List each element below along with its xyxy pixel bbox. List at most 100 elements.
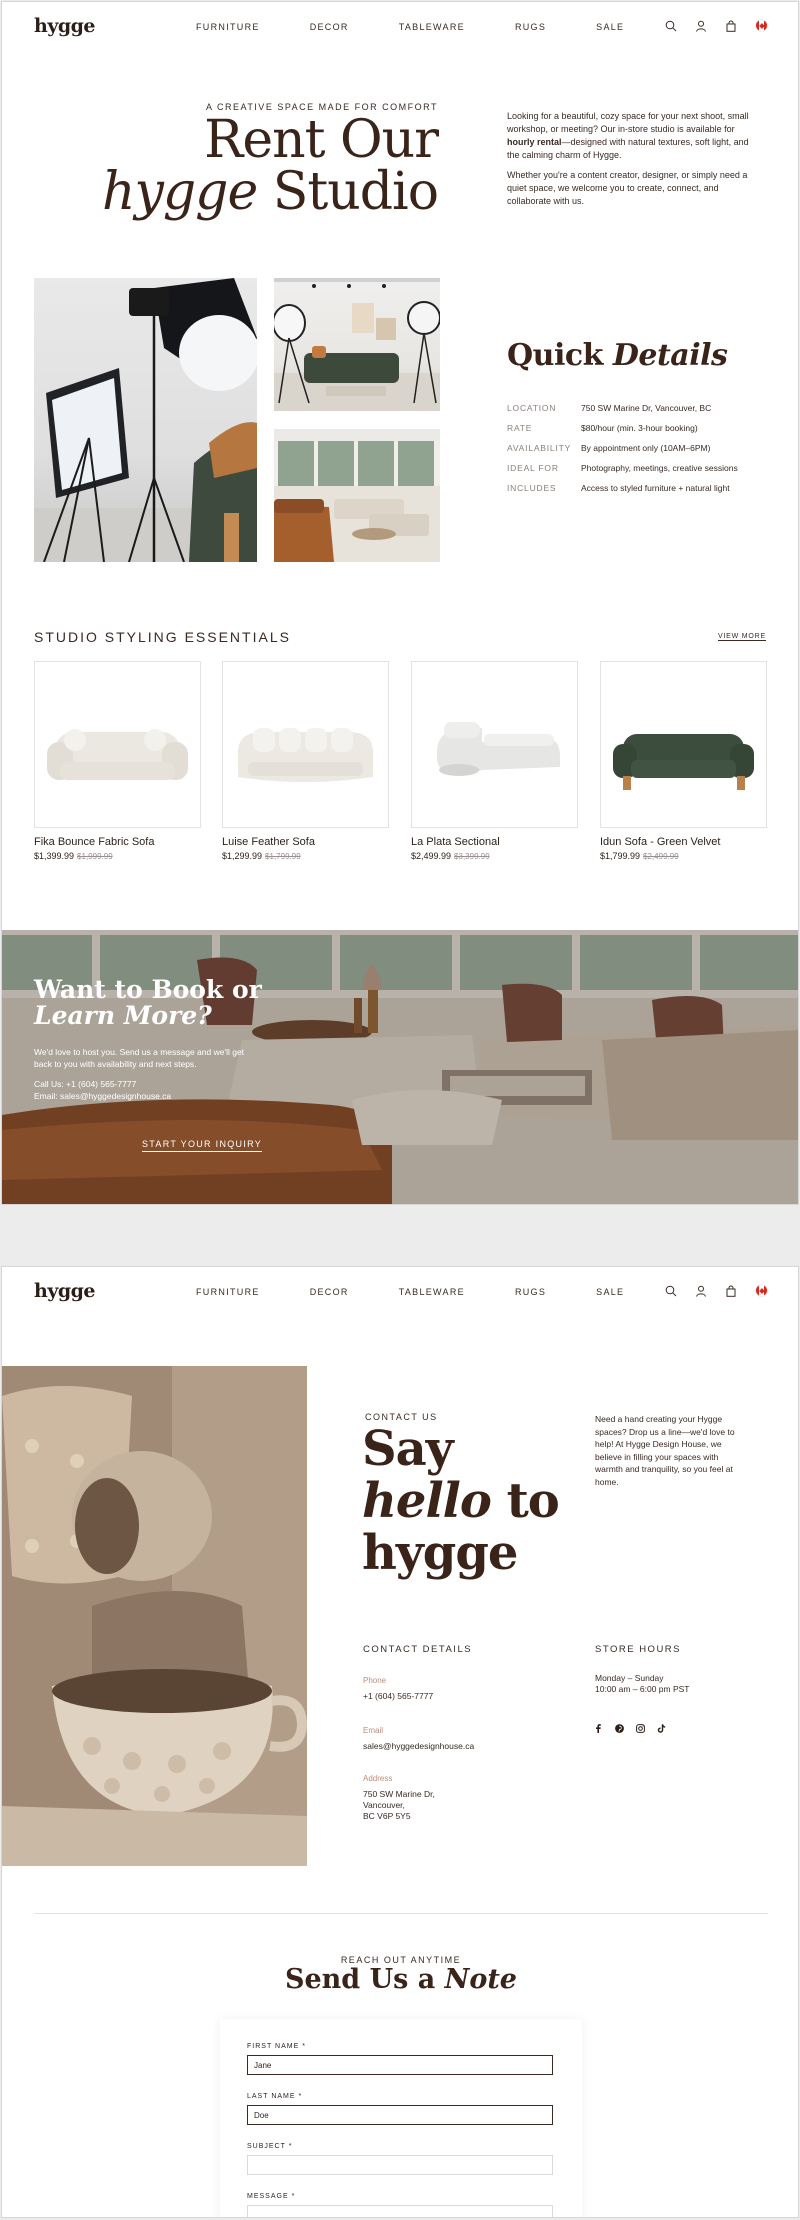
last-name-label: LAST NAME * xyxy=(247,2093,303,2100)
product-card[interactable]: Luise Feather Sofa $1,299.99 $1,799.99 xyxy=(222,661,389,861)
facebook-icon[interactable] xyxy=(594,1724,603,1733)
original-price: $1,999.99 xyxy=(77,852,113,861)
last-name-field[interactable] xyxy=(247,2105,553,2125)
start-inquiry-button[interactable]: START YOUR INQUIRY xyxy=(142,1139,263,1152)
detail-value: 750 SW Marine Dr, Vancouver, BC xyxy=(581,403,712,413)
search-icon[interactable] xyxy=(665,1285,677,1297)
store-hours-days: Monday – Sunday xyxy=(595,1673,664,1683)
logo[interactable]: hygge xyxy=(34,1280,96,1302)
hero-title-rest: Studio xyxy=(257,162,439,222)
original-price: $3,399.99 xyxy=(454,852,490,861)
sale-price: $1,799.99 xyxy=(600,851,641,861)
message-field[interactable] xyxy=(247,2205,553,2217)
quick-details-table: LOCATION 750 SW Marine Dr, Vancouver, BC … xyxy=(507,398,767,498)
nav-furniture[interactable]: FURNITURE xyxy=(196,1287,260,1297)
detail-label: RATE xyxy=(507,423,533,433)
banner-email[interactable]: Email: sales@hyggedesignhouse.ca xyxy=(34,1091,171,1101)
canada-flag-icon[interactable] xyxy=(755,1284,768,1297)
subject-field[interactable] xyxy=(247,2155,553,2175)
product-price: $2,499.99 $3,399.99 xyxy=(411,851,578,861)
nav-decor[interactable]: DECOR xyxy=(310,1287,349,1297)
product-name[interactable]: Luise Feather Sofa xyxy=(222,836,389,848)
detail-row-location: LOCATION 750 SW Marine Dr, Vancouver, BC xyxy=(507,398,767,418)
nav-decor[interactable]: DECOR xyxy=(310,22,349,32)
quick-details-title-plain: Quick xyxy=(507,338,613,373)
banner-title: Want to Book or Learn More? xyxy=(34,976,262,1030)
first-name-field[interactable] xyxy=(247,2055,553,2075)
booking-banner: Want to Book or Learn More? We'd love to … xyxy=(2,930,798,1204)
detail-row-includes: INCLUDES Access to styled furniture + nat… xyxy=(507,478,767,498)
form-title-plain: Send Us a xyxy=(285,1964,445,1995)
product-card[interactable]: La Plata Sectional $2,499.99 $3,399.99 xyxy=(411,661,578,861)
section-divider xyxy=(34,1913,768,1914)
contact-details-heading: CONTACT DETAILS xyxy=(363,1644,473,1655)
detail-label: IDEAL FOR xyxy=(507,463,559,473)
product-image[interactable] xyxy=(34,661,201,828)
quick-details-title: Quick Details xyxy=(507,338,728,373)
message-label: MESSAGE * xyxy=(247,2193,296,2200)
tiktok-icon[interactable] xyxy=(657,1724,666,1733)
main-nav: FURNITURE DECOR TABLEWARE RUGS SALE xyxy=(196,1287,674,1297)
pinterest-icon[interactable] xyxy=(615,1724,624,1733)
nav-rugs[interactable]: RUGS xyxy=(515,1287,546,1297)
email-value[interactable]: sales@hyggedesignhouse.ca xyxy=(363,1740,474,1752)
hero-title: Rent Our hygge Studio xyxy=(102,114,439,218)
green-sofa-illustration xyxy=(613,734,754,790)
search-icon[interactable] xyxy=(665,20,677,32)
nav-tableware[interactable]: TABLEWARE xyxy=(399,22,465,32)
contact-form: FIRST NAME * LAST NAME * SUBJECT * MESSA… xyxy=(220,2019,582,2217)
canada-flag-icon[interactable] xyxy=(755,19,768,32)
lounge-photo xyxy=(274,429,440,562)
original-price: $1,799.99 xyxy=(265,852,301,861)
ceramics-illustration xyxy=(2,1366,307,1866)
store-hours-heading: STORE HOURS xyxy=(595,1644,682,1655)
header-icons xyxy=(665,19,768,32)
studio-room-illustration xyxy=(274,278,440,411)
detail-label: AVAILABILITY xyxy=(507,443,572,453)
logo[interactable]: hygge xyxy=(34,15,96,37)
product-price: $1,399.99 $1,999.99 xyxy=(34,851,201,861)
sofa-illustration xyxy=(238,728,373,782)
product-name[interactable]: Idun Sofa - Green Velvet xyxy=(600,836,767,848)
product-name[interactable]: La Plata Sectional xyxy=(411,836,578,848)
lounge-illustration xyxy=(274,429,440,562)
account-icon[interactable] xyxy=(695,20,707,32)
sectional-illustration xyxy=(437,722,560,776)
account-icon[interactable] xyxy=(695,1285,707,1297)
email-label: Email xyxy=(363,1726,384,1735)
product-image[interactable] xyxy=(222,661,389,828)
studio-lights-photo xyxy=(34,278,257,562)
address-label: Address xyxy=(363,1774,393,1783)
nav-furniture[interactable]: FURNITURE xyxy=(196,22,260,32)
header-icons xyxy=(665,1284,768,1297)
product-card[interactable]: Idun Sofa - Green Velvet $1,799.99 $2,499… xyxy=(600,661,767,861)
subject-label: SUBJECT * xyxy=(247,2143,293,2150)
nav-sale[interactable]: SALE xyxy=(596,1287,624,1297)
ceramic-vases-photo xyxy=(2,1366,307,1866)
detail-value: By appointment only (10AM–6PM) xyxy=(581,443,711,453)
contact-title-line3: hygge xyxy=(362,1525,518,1581)
bag-icon[interactable] xyxy=(725,1285,737,1297)
hero-paragraph-2: Whether you're a content creator, design… xyxy=(507,170,748,206)
detail-value: Photography, meetings, creative sessions xyxy=(581,463,738,473)
phone-value[interactable]: +1 (604) 565-7777 xyxy=(363,1690,433,1702)
banner-phone[interactable]: Call Us: +1 (604) 565-7777 xyxy=(34,1079,136,1089)
product-image[interactable] xyxy=(600,661,767,828)
sale-price: $2,499.99 xyxy=(411,851,452,861)
product-card[interactable]: Fika Bounce Fabric Sofa $1,399.99 $1,999.… xyxy=(34,661,201,861)
store-hours-time: 10:00 am – 6:00 pm PST xyxy=(595,1684,690,1694)
original-price: $2,499.99 xyxy=(643,852,679,861)
contact-title-line1: Say xyxy=(362,1421,454,1477)
banner-text: We'd love to host you. Send us a message… xyxy=(34,1047,245,1069)
phone-label: Phone xyxy=(363,1676,387,1685)
product-name[interactable]: Fika Bounce Fabric Sofa xyxy=(34,836,201,848)
nav-tableware[interactable]: TABLEWARE xyxy=(399,1287,465,1297)
sale-price: $1,399.99 xyxy=(34,851,75,861)
contact-title-em: hello xyxy=(362,1473,492,1529)
bag-icon[interactable] xyxy=(725,20,737,32)
view-more-link[interactable]: VIEW MORE xyxy=(717,633,766,641)
nav-rugs[interactable]: RUGS xyxy=(515,22,546,32)
nav-sale[interactable]: SALE xyxy=(596,22,624,32)
instagram-icon[interactable] xyxy=(636,1724,645,1733)
product-image[interactable] xyxy=(411,661,578,828)
